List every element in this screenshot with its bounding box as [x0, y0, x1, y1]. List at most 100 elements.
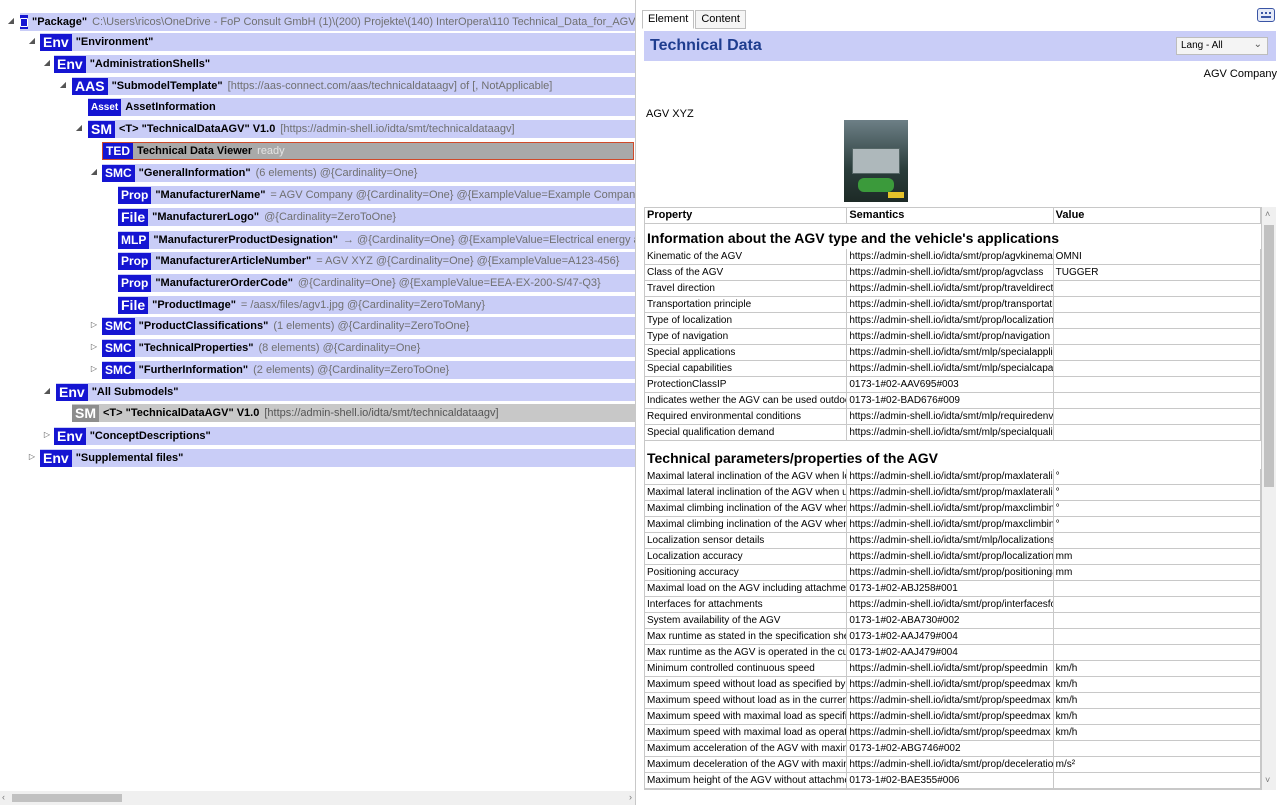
tree-pane[interactable]: "Package" C:\Users\ricos\OneDrive - FoP … — [0, 0, 636, 805]
expand-icon[interactable]: ▷ — [89, 320, 99, 329]
table-row[interactable]: Maximum speed without load as in the cur… — [645, 693, 1261, 709]
tree-node-file-logo[interactable]: File "ManufacturerLogo" @{Cardinality=Ze… — [118, 208, 635, 226]
tree-node-environment[interactable]: Env "Environment" — [40, 33, 635, 51]
table-row[interactable]: Maximal climbing inclination of the AGV … — [645, 517, 1261, 533]
property-cell: Maximum speed with maximal load as opera… — [645, 725, 848, 741]
collapse-icon[interactable]: ◢ — [27, 36, 37, 45]
node-info: ready — [257, 145, 285, 157]
tree-node-package[interactable]: "Package" C:\Users\ricos\OneDrive - FoP … — [20, 13, 635, 31]
table-row[interactable]: Maximum acceleration of the AGV with max… — [645, 741, 1261, 757]
language-select[interactable]: Lang - All ⌄ — [1176, 37, 1268, 55]
tree-node-smc-technical[interactable]: SMC "TechnicalProperties" (8 elements) @… — [102, 339, 635, 357]
table-row[interactable]: Localization sensor details https://admin… — [645, 533, 1261, 549]
scroll-right-icon[interactable]: › — [629, 792, 632, 802]
tree-node-prop-article-number[interactable]: Prop "ManufacturerArticleNumber" = AGV X… — [118, 252, 635, 270]
semantics-cell: 0173-1#02-AAJ479#004 — [847, 629, 1054, 645]
tree-node-prop-order-code[interactable]: Prop "ManufacturerOrderCode" @{Cardinali… — [118, 274, 635, 292]
tree-node-submodel-ref[interactable]: SM <T> "TechnicalDataAGV" V1.0 [https://… — [72, 404, 635, 422]
collapse-icon[interactable]: ◢ — [42, 58, 52, 67]
table-row[interactable]: Transportation principle https://admin-sh… — [645, 297, 1261, 313]
value-cell: mm — [1053, 565, 1261, 581]
table-row[interactable]: Maximum deceleration of the AGV with max… — [645, 757, 1261, 773]
table-row[interactable]: ProtectionClassIP 0173-1#02-AAV695#003 — [645, 377, 1261, 393]
tab-content[interactable]: Content — [695, 10, 746, 29]
collapse-icon[interactable]: ◢ — [6, 16, 16, 25]
table-row[interactable]: Maximum speed with maximal load as opera… — [645, 725, 1261, 741]
collapse-icon[interactable]: ◢ — [58, 80, 68, 89]
horizontal-scrollbar[interactable]: ‹ › — [0, 791, 635, 805]
table-row[interactable]: Maximal lateral inclination of the AGV w… — [645, 469, 1261, 485]
tree-node-mlp-designation[interactable]: MLP "ManufacturerProductDesignation" → @… — [118, 231, 635, 249]
table-row[interactable]: Maximal climbing inclination of the AGV … — [645, 501, 1261, 517]
tree-node-file-image[interactable]: File "ProductImage" = /aasx/files/agv1.j… — [118, 296, 635, 314]
table-row[interactable]: Maximum speed with maximal load as speci… — [645, 709, 1261, 725]
property-cell: Special qualification demand — [645, 425, 848, 441]
vertical-scrollbar[interactable]: ˄ ˅ — [1262, 207, 1276, 790]
tree-node-concept-descriptions[interactable]: Env "ConceptDescriptions" — [54, 427, 635, 445]
semantics-cell: 0173-1#02-ABJ258#001 — [847, 581, 1054, 597]
scroll-up-icon[interactable]: ˄ — [1265, 209, 1270, 219]
table-row[interactable]: Minimum controlled continuous speed https… — [645, 661, 1261, 677]
env-badge: Env — [56, 383, 88, 401]
tree-node-admin-shells[interactable]: Env "AdministrationShells" — [54, 55, 635, 73]
table-row[interactable]: Maximal load on the AGV including attach… — [645, 581, 1261, 597]
table-row[interactable]: Special qualification demand https://admi… — [645, 425, 1261, 441]
tree-node-supplemental[interactable]: Env "Supplemental files" — [40, 449, 635, 467]
table-row[interactable]: Required environmental conditions https:/… — [645, 409, 1261, 425]
expand-icon[interactable]: ▷ — [27, 452, 37, 461]
tree-node-submodel[interactable]: SM <T> "TechnicalDataAGV" V1.0 [https://… — [88, 120, 635, 138]
table-row[interactable]: Class of the AGV https://admin-shell.io/i… — [645, 265, 1261, 281]
property-cell: Maximal climbing inclination of the AGV … — [645, 501, 848, 517]
table-row[interactable]: Indicates wether the AGV can be used out… — [645, 393, 1261, 409]
env-badge: Env — [54, 55, 86, 73]
collapse-icon[interactable]: ◢ — [89, 167, 99, 176]
tree-node-smc-classifications[interactable]: SMC "ProductClassifications" (1 elements… — [102, 317, 635, 335]
table-row[interactable]: Max runtime as the AGV is operated in th… — [645, 645, 1261, 661]
collapse-icon[interactable]: ◢ — [74, 123, 84, 132]
tree-node-asset[interactable]: Asset AssetInformation — [88, 98, 635, 116]
collapse-icon[interactable]: ◢ — [42, 386, 52, 395]
table-row[interactable]: Localization accuracy https://admin-shell… — [645, 549, 1261, 565]
table-row[interactable]: Max runtime as stated in the specificati… — [645, 629, 1261, 645]
tree-node-smc-further[interactable]: SMC "FurtherInformation" (2 elements) @{… — [102, 361, 635, 379]
tree-node-smc-general[interactable]: SMC "GeneralInformation" (6 elements) @{… — [102, 164, 635, 182]
tab-element[interactable]: Element — [642, 10, 695, 29]
property-cell: Kinematic of the AGV — [645, 249, 848, 265]
keyboard-icon[interactable] — [1257, 8, 1275, 22]
scroll-thumb[interactable] — [12, 794, 122, 802]
table-row[interactable]: Special applications https://admin-shell.… — [645, 345, 1261, 361]
table-row[interactable]: Kinematic of the AGV https://admin-shell.… — [645, 249, 1261, 265]
property-cell: Travel direction — [645, 281, 848, 297]
table-row[interactable]: Interfaces for attachments https://admin-… — [645, 597, 1261, 613]
tree-node-ted-selected[interactable]: TED Technical Data Viewer ready — [102, 142, 634, 160]
tree-node-aas[interactable]: AAS "SubmodelTemplate" [https://aas-conn… — [72, 77, 635, 95]
element-pane: Element Content Technical Data Lang - Al… — [640, 0, 1285, 805]
value-cell — [1053, 645, 1261, 661]
table-row[interactable]: System availability of the AGV 0173-1#02-… — [645, 613, 1261, 629]
table-row[interactable]: Type of localization https://admin-shell.… — [645, 313, 1261, 329]
expand-icon[interactable]: ▷ — [42, 430, 52, 439]
expand-icon[interactable]: ▷ — [89, 364, 99, 373]
table-row[interactable]: Positioning accuracy https://admin-shell.… — [645, 565, 1261, 581]
table-row[interactable]: Maximum height of the AGV without attach… — [645, 773, 1261, 789]
scroll-thumb[interactable] — [1264, 225, 1274, 487]
table-row[interactable]: Maximal lateral inclination of the AGV w… — [645, 485, 1261, 501]
semantics-cell: https://admin-shell.io/idta/smt/prop/pos… — [847, 565, 1054, 581]
node-name: "ManufacturerArticleNumber" — [155, 255, 312, 267]
prop-badge: Prop — [118, 186, 152, 204]
table-row[interactable]: Maximum speed without load as specified … — [645, 677, 1261, 693]
value-cell — [1053, 377, 1261, 393]
properties-table: Property Semantics Value Information abo… — [644, 207, 1262, 790]
table-row[interactable]: Special capabilities https://admin-shell.… — [645, 361, 1261, 377]
table-row[interactable]: Type of navigation https://admin-shell.io… — [645, 329, 1261, 345]
tree-node-prop-manufacturer-name[interactable]: Prop "ManufacturerName" = AGV Company @{… — [118, 186, 635, 204]
semantics-cell: 0173-1#02-BAE355#006 — [847, 773, 1054, 789]
value-cell: ° — [1053, 469, 1261, 485]
scroll-left-icon[interactable]: ‹ — [2, 792, 5, 802]
semantics-cell: https://admin-shell.io/idta/smt/prop/max… — [847, 517, 1054, 533]
scroll-down-icon[interactable]: ˅ — [1265, 775, 1270, 785]
table-row[interactable]: Travel direction https://admin-shell.io/i… — [645, 281, 1261, 297]
product-image — [844, 120, 908, 202]
tree-node-all-submodels[interactable]: Env "All Submodels" — [56, 383, 635, 401]
expand-icon[interactable]: ▷ — [89, 342, 99, 351]
